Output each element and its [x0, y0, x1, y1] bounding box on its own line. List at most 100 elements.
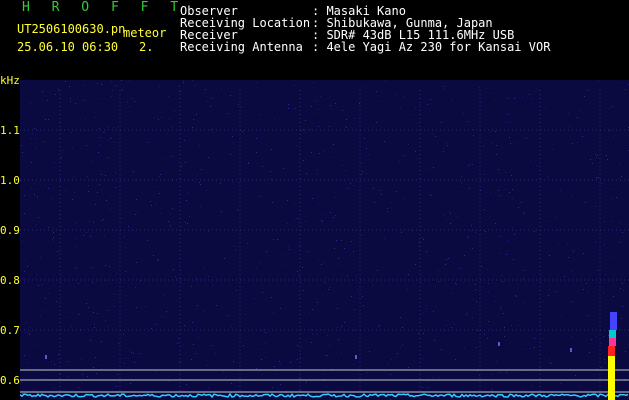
noise-speck [381, 194, 382, 195]
noise-speck [232, 136, 233, 137]
noise-speck [479, 87, 480, 88]
noise-speck [133, 353, 134, 354]
noise-speck [542, 301, 543, 302]
noise-speck [172, 208, 173, 209]
noise-speck [158, 119, 159, 120]
noise-speck [85, 119, 86, 120]
noise-speck [314, 113, 315, 114]
noise-speck [483, 146, 484, 147]
noise-speck [522, 395, 523, 396]
noise-speck [341, 326, 342, 327]
noise-speck [185, 162, 186, 163]
noise-speck [350, 183, 351, 184]
noise-speck [236, 290, 237, 291]
noise-speck [525, 349, 526, 350]
noise-speck [312, 309, 313, 310]
noise-speck [499, 195, 500, 196]
noise-speck [529, 94, 530, 95]
noise-speck [283, 168, 284, 169]
noise-speck [569, 126, 570, 127]
noise-speck [280, 308, 281, 309]
noise-speck [530, 348, 531, 349]
noise-speck [45, 184, 46, 185]
noise-speck [117, 374, 118, 375]
noise-speck [571, 249, 572, 250]
noise-speck [21, 214, 22, 215]
noise-speck [491, 389, 492, 390]
noise-speck [228, 315, 229, 316]
noise-speck [508, 240, 509, 241]
noise-speck [272, 202, 273, 203]
noise-speck [121, 168, 122, 169]
noise-speck [314, 101, 315, 102]
noise-speck [309, 312, 310, 313]
noise-speck [361, 163, 362, 164]
noise-speck [548, 295, 549, 296]
noise-speck [54, 388, 55, 389]
noise-speck [299, 276, 300, 277]
noise-speck [444, 330, 445, 331]
noise-speck [256, 152, 257, 153]
noise-speck [362, 296, 363, 297]
noise-speck [400, 347, 401, 348]
noise-speck [461, 176, 462, 177]
noise-speck [195, 85, 196, 86]
noise-speck [484, 209, 485, 210]
noise-speck [56, 301, 57, 302]
noise-speck [22, 241, 23, 242]
noise-speck [92, 161, 93, 162]
noise-speck [441, 122, 442, 123]
noise-speck [27, 266, 28, 267]
noise-speck [127, 102, 128, 103]
antenna-label: Receiving Antenna [180, 40, 303, 54]
noise-speck [394, 252, 395, 253]
noise-speck [168, 221, 169, 222]
noise-speck [523, 302, 524, 303]
noise-speck [621, 176, 622, 177]
noise-speck [137, 212, 138, 213]
noise-speck [192, 80, 193, 81]
noise-speck [513, 259, 514, 260]
noise-speck [538, 324, 539, 325]
y-tick-label: 0.9 [0, 224, 20, 237]
noise-speck [184, 325, 185, 326]
noise-speck [200, 206, 201, 207]
noise-speck [196, 278, 197, 279]
noise-speck [273, 312, 274, 313]
noise-speck [83, 235, 84, 236]
noise-speck [524, 270, 525, 271]
noise-speck [373, 188, 374, 189]
noise-speck [348, 188, 349, 189]
meteor-echo-segment [608, 356, 615, 400]
noise-speck [461, 186, 462, 187]
noise-speck [363, 305, 364, 306]
noise-speck [419, 242, 420, 243]
meteor-echo-segment [608, 346, 615, 356]
noise-speck [496, 361, 497, 362]
noise-speck [58, 354, 59, 355]
noise-speck [261, 349, 262, 350]
noise-speck [480, 110, 481, 111]
noise-speck [422, 358, 423, 359]
noise-speck [22, 152, 23, 153]
noise-speck [29, 334, 30, 335]
noise-speck [57, 251, 58, 252]
noise-speck [58, 89, 59, 90]
noise-speck [469, 188, 470, 189]
noise-speck [188, 192, 189, 193]
noise-speck [625, 351, 626, 352]
noise-speck [140, 280, 141, 281]
noise-speck [178, 338, 179, 339]
noise-speck [43, 141, 44, 142]
noise-speck [242, 131, 243, 132]
noise-speck [87, 376, 88, 377]
noise-speck [396, 191, 397, 192]
noise-speck [585, 202, 586, 203]
noise-speck [105, 280, 106, 281]
noise-speck [104, 132, 105, 133]
noise-speck [494, 99, 495, 100]
noise-speck [40, 257, 41, 258]
noise-speck [306, 381, 307, 382]
noise-speck [88, 307, 89, 308]
noise-speck [376, 91, 377, 92]
